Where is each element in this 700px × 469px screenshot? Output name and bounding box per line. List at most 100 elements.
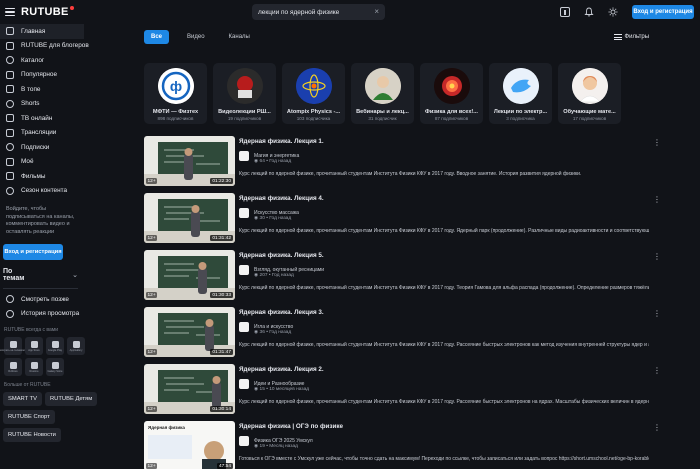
- sidebar-item-6[interactable]: ТВ онлайн: [0, 111, 84, 126]
- blogger-icon: [6, 41, 14, 50]
- channel-subscribers: 898 подписчиков: [157, 116, 194, 121]
- sidebar-extra-item-0[interactable]: Смотреть позже: [0, 292, 84, 307]
- more-options-icon[interactable]: ⋮: [653, 252, 661, 261]
- sidebar-item-7[interactable]: Трансляции: [0, 126, 84, 141]
- video-thumbnail[interactable]: 12+ 01:31:47: [144, 307, 235, 357]
- video-title[interactable]: Ядерная физика. Лекция 2.: [239, 366, 649, 373]
- channel-avatar: ф: [157, 68, 194, 104]
- sidebar-item-label: Смотреть позже: [21, 295, 69, 303]
- app-label: Google Play: [47, 348, 63, 352]
- video-title[interactable]: Ядерная физика | ОГЭ по физике: [239, 423, 649, 430]
- video-thumbnail[interactable]: 12+ 47:54 Ядерная физика: [144, 421, 235, 469]
- close-icon[interactable]: ×: [374, 8, 379, 16]
- tab-0[interactable]: Все: [144, 30, 170, 44]
- video-row[interactable]: 12+ 47:54 Ядерная физика Ядерная физика | О…: [144, 421, 661, 469]
- app-store-badge[interactable]: Смотреть на телевизоре: [0, 337, 28, 355]
- channel-avatar: [502, 68, 539, 104]
- service-chip[interactable]: RUTUBE Спорт: [3, 410, 55, 424]
- sidebar-item-1[interactable]: RUTUBE для блогеров: [0, 39, 89, 54]
- service-chip[interactable]: SMART TV: [3, 392, 42, 406]
- video-description: Курс лекций по ядерной физике, прочитанн…: [239, 285, 649, 291]
- upload-icon[interactable]: [560, 7, 570, 17]
- login-button[interactable]: Вход и регистрация: [632, 5, 694, 19]
- video-thumbnail[interactable]: 12+ 01:30:14: [144, 364, 235, 414]
- logo[interactable]: RUTUBE: [21, 6, 74, 18]
- video-meta: ◉ 30 • Год назад: [254, 216, 649, 221]
- tab-1[interactable]: Видео: [181, 31, 211, 43]
- more-options-icon[interactable]: ⋮: [653, 309, 661, 318]
- sidebar-item-10[interactable]: Фильмы: [0, 169, 84, 184]
- sidebar-login-button[interactable]: Вход и регистрация: [3, 244, 63, 260]
- channel-card[interactable]: Лекции по электр... 3 подписчика: [489, 63, 552, 124]
- channel-avatar: [571, 68, 608, 104]
- bell-icon[interactable]: [584, 7, 594, 17]
- video-thumbnail[interactable]: 12+ 01:31:42: [144, 193, 235, 243]
- sidebar-item-label: Фильмы: [21, 172, 46, 180]
- sidebar-item-4[interactable]: В топе: [0, 82, 84, 97]
- service-chip[interactable]: RUTUBE Новости: [3, 428, 61, 442]
- video-meta: ◉ 207 • Год назад: [254, 273, 649, 278]
- video-title[interactable]: Ядерная физика. Лекция 1.: [239, 138, 649, 145]
- app-icon: [30, 361, 38, 369]
- menu-icon[interactable]: [5, 8, 15, 16]
- channel-subscribers: 19 подписчиков: [227, 116, 262, 121]
- sidebar-item-11[interactable]: Сезон контента: [0, 184, 84, 199]
- sidebar-item-0[interactable]: Главная: [0, 24, 84, 39]
- video-thumbnail[interactable]: 12+ 01:30:33: [144, 250, 235, 300]
- more-options-icon[interactable]: ⋮: [653, 195, 661, 204]
- sidebar-item-9[interactable]: Моё: [0, 155, 84, 170]
- channel-avatar: [239, 208, 249, 218]
- app-store-badge[interactable]: Galaxy Store: [46, 358, 64, 376]
- video-info: Ядерная физика. Лекция 2. Идеи и Разнообр…: [239, 364, 661, 421]
- duration-badge: 01:31:42: [210, 235, 233, 241]
- channel-card[interactable]: ф МФТИ — Физтех 898 подписчиков: [144, 63, 207, 124]
- video-row[interactable]: 12+ 01:31:47 Ядерная физика. Лекция 3. Игла…: [144, 307, 661, 364]
- channel-card[interactable]: Atompix Physics -... 103 подписчика: [282, 63, 345, 124]
- app-store-badge[interactable]: Rustore: [25, 358, 43, 376]
- video-title[interactable]: Ядерная физика. Лекция 4.: [239, 195, 649, 202]
- history-icon: [6, 309, 14, 318]
- sidebar-item-2[interactable]: Каталог: [0, 53, 84, 68]
- app-store-badge[interactable]: Google Play: [46, 337, 64, 355]
- video-thumbnail[interactable]: 12+ 01:22:30: [144, 136, 235, 186]
- sidebar-item-8[interactable]: Подписки: [0, 140, 84, 155]
- app-grid: Смотреть на телевизоре App Store Google Pl…: [0, 337, 85, 376]
- video-row[interactable]: 12+ 01:31:42 Ядерная физика. Лекция 4. Иску…: [144, 193, 661, 250]
- video-description: Курс лекций по ядерной физике, прочитанн…: [239, 399, 649, 405]
- video-row[interactable]: 12+ 01:30:14 Ядерная физика. Лекция 2. Идеи…: [144, 364, 661, 421]
- video-info: Ядерная физика. Лекция 3. Игла и искусств…: [239, 307, 661, 364]
- search-input[interactable]: лекции по ядерной физике ×: [252, 4, 385, 20]
- more-options-icon[interactable]: ⋮: [653, 138, 661, 147]
- video-row[interactable]: 12+ 01:30:33 Ядерная физика. Лекция 5. Взгл…: [144, 250, 661, 307]
- video-row[interactable]: 12+ 01:22:30 Ядерная физика. Лекция 1. Маги…: [144, 136, 661, 193]
- sun-icon[interactable]: [608, 7, 618, 17]
- video-title[interactable]: Ядерная физика. Лекция 5.: [239, 252, 649, 259]
- channel-subscribers: 103 подписчика: [296, 116, 331, 121]
- more-options-icon[interactable]: ⋮: [653, 423, 661, 432]
- filters-button[interactable]: Фильтры: [613, 34, 649, 40]
- sidebar-nav: Главная RUTUBE для блогеров Каталог Популяр…: [0, 24, 89, 199]
- search-value[interactable]: лекции по ядерной физике: [258, 9, 374, 16]
- topics-label: По темам: [3, 268, 25, 282]
- tab-2[interactable]: Каналы: [223, 31, 256, 43]
- channel-card[interactable]: Вебинары и лекц... 31 подписчик: [351, 63, 414, 124]
- channel-card[interactable]: Видеолекции РШ... 19 подписчиков: [213, 63, 276, 124]
- app-store-badge[interactable]: RuStore: [4, 358, 22, 376]
- channel-avatar: [226, 68, 263, 104]
- upload-age: Год назад: [271, 273, 294, 278]
- video-title[interactable]: Ядерная физика. Лекция 3.: [239, 309, 649, 316]
- channel-card[interactable]: Физика для всех!... 87 подписчиков: [420, 63, 483, 124]
- sidebar-item-5[interactable]: Shorts: [0, 97, 84, 112]
- age-rating-badge: 12+: [146, 349, 158, 355]
- duration-badge: 47:54: [216, 463, 233, 469]
- upload-age: Год назад: [269, 330, 292, 335]
- sidebar-item-3[interactable]: Популярное: [0, 68, 84, 83]
- service-chip[interactable]: RUTUBE Детям: [45, 392, 98, 406]
- channel-card[interactable]: Обучающие мате... 17 подписчиков: [558, 63, 621, 124]
- sidebar-extra-item-1[interactable]: История просмотра: [0, 307, 84, 322]
- channel-subscribers: 87 подписчиков: [434, 116, 469, 121]
- more-options-icon[interactable]: ⋮: [653, 366, 661, 375]
- topics-toggle[interactable]: По темам ⌄: [3, 268, 78, 282]
- app-store-badge[interactable]: AppGallery: [67, 337, 85, 355]
- app-store-badge[interactable]: App Store: [25, 337, 43, 355]
